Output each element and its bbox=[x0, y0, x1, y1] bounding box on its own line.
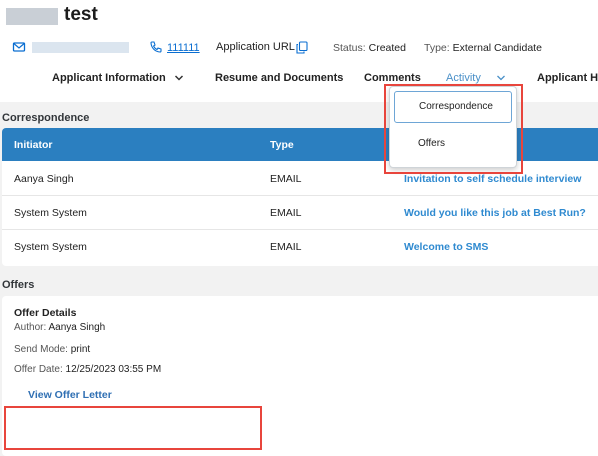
author-value: Aanya Singh bbox=[48, 322, 106, 333]
type-value: External Candidate bbox=[452, 42, 542, 54]
tab-applicant-history[interactable]: Applicant Hi bbox=[537, 72, 598, 84]
copy-icon[interactable] bbox=[296, 41, 308, 54]
application-url-label[interactable]: Application URL bbox=[216, 41, 295, 53]
email-icon[interactable] bbox=[12, 40, 26, 54]
phone-number-link[interactable]: 111111 bbox=[167, 42, 200, 54]
correspondence-subject-link[interactable]: Invitation to self schedule interview bbox=[404, 173, 581, 185]
cell-initiator: Aanya Singh bbox=[14, 173, 74, 185]
highlight-box-dropdown bbox=[384, 84, 523, 174]
cell-initiator: System System bbox=[14, 241, 87, 253]
correspondence-subject-link[interactable]: Welcome to SMS bbox=[404, 241, 488, 253]
cell-type: EMAIL bbox=[270, 173, 302, 185]
redacted-email[interactable] bbox=[32, 42, 129, 53]
tab-resume-and-documents[interactable]: Resume and Documents bbox=[215, 72, 343, 84]
cell-type: EMAIL bbox=[270, 241, 302, 253]
author-label: Author: bbox=[14, 322, 47, 333]
column-header-initiator[interactable]: Initiator bbox=[14, 139, 53, 151]
type-field: Type: External Candidate bbox=[424, 42, 542, 54]
offer-date-label: Offer Date: bbox=[14, 364, 63, 375]
status-field: Status: Created bbox=[333, 42, 406, 54]
tab-activity[interactable]: Activity bbox=[446, 72, 481, 84]
phone-icon[interactable] bbox=[149, 40, 163, 54]
candidate-name: test bbox=[64, 4, 98, 25]
activity-chevron-down-icon[interactable] bbox=[496, 74, 506, 82]
send-mode-label: Send Mode: bbox=[14, 344, 68, 355]
status-label: Status: bbox=[333, 42, 366, 54]
cell-type: EMAIL bbox=[270, 207, 302, 219]
view-offer-letter-link[interactable]: View Offer Letter bbox=[28, 389, 112, 401]
table-row[interactable]: System System EMAIL Welcome to SMS bbox=[2, 230, 598, 263]
offer-date: Offer Date: 12/25/2023 03:55 PM bbox=[14, 364, 161, 375]
redacted-first-name bbox=[6, 8, 58, 25]
correspondence-subject-link[interactable]: Would you like this job at Best Run? bbox=[404, 207, 586, 219]
table-row[interactable]: System System EMAIL Would you like this … bbox=[2, 196, 598, 230]
chevron-down-icon[interactable] bbox=[174, 74, 184, 82]
correspondence-section-title: Correspondence bbox=[2, 112, 90, 124]
send-mode-value: print bbox=[70, 344, 91, 355]
type-label: Type: bbox=[424, 42, 450, 54]
offer-date-value: 12/25/2023 03:55 PM bbox=[65, 364, 162, 375]
cell-initiator: System System bbox=[14, 207, 87, 219]
offer-details-title: Offer Details bbox=[14, 307, 77, 319]
tab-applicant-information[interactable]: Applicant Information bbox=[52, 72, 166, 84]
offer-send-mode: Send Mode: print bbox=[14, 344, 90, 355]
offer-author: Author: Aanya Singh bbox=[14, 322, 105, 333]
column-header-type[interactable]: Type bbox=[270, 139, 294, 151]
offers-section-title: Offers bbox=[2, 279, 35, 291]
highlight-box-empty-area bbox=[4, 406, 262, 450]
tab-comments[interactable]: Comments bbox=[364, 72, 421, 84]
status-value: Created bbox=[368, 42, 406, 54]
